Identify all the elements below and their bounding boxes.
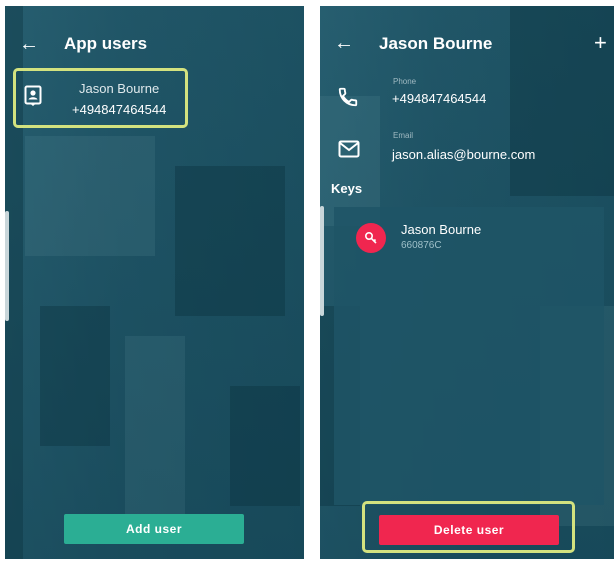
user-phone: +494847464544 [72, 102, 167, 117]
app-users-screen: ← App users Jason Bourne +494847464544 A… [5, 6, 304, 559]
phone-icon [337, 86, 359, 113]
email-label: Email [393, 131, 414, 140]
drawer-handle[interactable] [5, 211, 9, 321]
key-name: Jason Bourne [401, 222, 482, 237]
keys-panel: Jason Bourne 660876C [334, 207, 604, 505]
plus-icon[interactable]: + [594, 32, 607, 54]
user-detail-screen: ← Jason Bourne + Phone +494847464544 Ema… [320, 6, 614, 559]
header: ← Jason Bourne + [320, 6, 614, 76]
page-title: Jason Bourne [379, 34, 493, 53]
contact-card-icon [24, 85, 42, 112]
background-building [175, 166, 285, 316]
drawer-handle[interactable] [320, 206, 324, 316]
mail-icon [338, 140, 360, 163]
user-name: Jason Bourne [79, 81, 160, 96]
key-id: 660876C [401, 240, 442, 251]
arrow-left-icon[interactable]: ← [334, 33, 354, 53]
add-user-button[interactable]: Add user [64, 514, 244, 544]
background-building [40, 306, 110, 446]
background-building [125, 336, 185, 536]
arrow-left-icon[interactable]: ← [19, 34, 39, 54]
page-title: App users [64, 34, 148, 53]
header: ← App users [5, 6, 304, 76]
phone-label: Phone [393, 77, 417, 86]
email-value: jason.alias@bourne.com [392, 147, 536, 162]
delete-user-button[interactable]: Delete user [379, 515, 559, 545]
background-building [25, 136, 155, 256]
keys-heading: Keys [331, 181, 363, 196]
user-list-item[interactable]: Jason Bourne +494847464544 [13, 68, 188, 128]
background-building [230, 386, 300, 506]
phone-value: +494847464544 [392, 91, 487, 106]
key-icon [356, 223, 386, 253]
